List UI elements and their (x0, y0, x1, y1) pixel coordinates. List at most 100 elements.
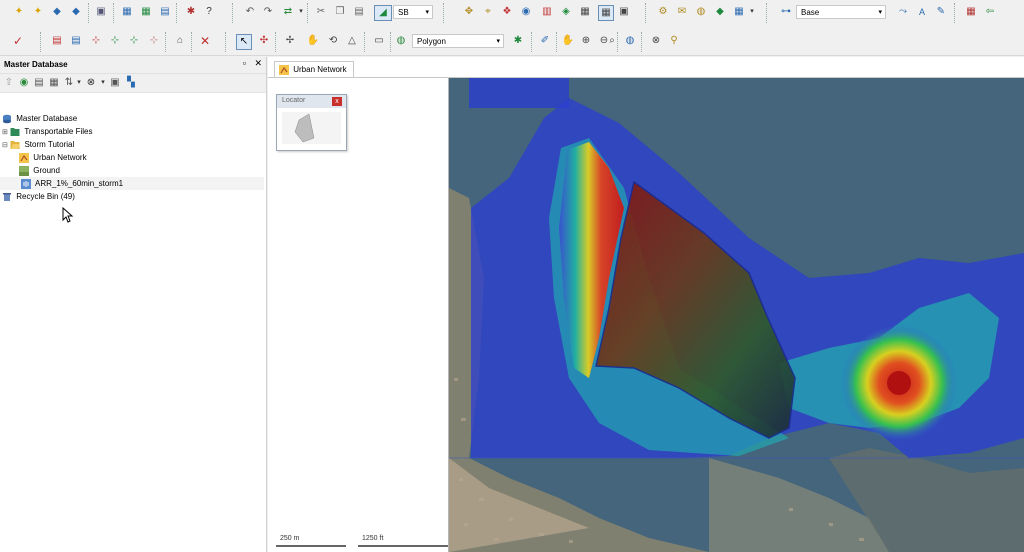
toolbar-separator (443, 3, 445, 23)
refresh-icon[interactable]: ◉ (17, 76, 31, 90)
tab-urban-network[interactable]: Urban Network (274, 61, 354, 78)
new-object-icon[interactable]: ▤ (50, 34, 64, 48)
theme-icon[interactable]: ▦ (964, 5, 978, 19)
tree-item-urban-network[interactable]: Urban Network (19, 151, 87, 164)
ruler-icon[interactable]: ▭ (372, 34, 386, 48)
storage-icon[interactable]: ◉ (519, 5, 533, 19)
toolbar-separator (390, 32, 392, 52)
draw-icon[interactable]: ✐ (538, 34, 552, 48)
tools-icon[interactable]: ✱ (511, 34, 525, 48)
toolbar-separator (275, 32, 277, 52)
rotate-icon[interactable]: ⟲ (326, 34, 340, 48)
pointer-icon[interactable]: ↖ (236, 34, 252, 50)
polygon-combo-value: Polygon (417, 37, 446, 46)
settings-icon[interactable]: ⚙ (656, 5, 670, 19)
zoom-in-icon[interactable]: ⊕ (579, 34, 593, 48)
properties-icon[interactable]: ▦ (47, 76, 61, 90)
undo-icon[interactable]: ↶ (243, 5, 257, 19)
cut-icon[interactable]: ✂ (314, 5, 328, 19)
label-icon[interactable]: A (915, 5, 929, 19)
grid-view-icon[interactable]: ▦ (578, 5, 592, 19)
table-icon[interactable]: ▦ (139, 5, 153, 19)
window-icon[interactable]: ▤ (158, 5, 172, 19)
database-icon[interactable]: ◍ (694, 5, 708, 19)
toolbar-separator (232, 3, 234, 23)
globe-icon[interactable]: ◍ (394, 34, 408, 48)
tree-item-master-database[interactable]: Master Database (2, 112, 77, 125)
list-icon[interactable]: ▤ (32, 76, 46, 90)
up-icon[interactable]: ⇧ (2, 76, 16, 90)
select-mode-icon[interactable]: ◢ (374, 5, 392, 21)
tree-item-label: Storm Tutorial (24, 140, 75, 149)
book-icon[interactable]: ✉ (675, 5, 689, 19)
tree-item-rainfall[interactable]: ARR_1%_60min_storm1 (0, 177, 264, 190)
layers-icon[interactable]: ▦ (732, 5, 746, 19)
locator-window[interactable]: Locator x (276, 94, 347, 151)
paste-icon[interactable]: ▤ (352, 5, 366, 19)
hand-icon[interactable]: ✋ (561, 34, 575, 48)
join-icon[interactable]: ⊹ (127, 34, 141, 48)
new-model-icon[interactable]: ✦ (31, 5, 45, 19)
run-icon[interactable]: ◆ (713, 5, 727, 19)
connect-icon[interactable]: ⊹ (89, 34, 103, 48)
table-view-icon[interactable]: ▦ (598, 5, 614, 21)
tree-item-ground[interactable]: Ground (19, 164, 60, 177)
locator-map[interactable] (277, 108, 346, 148)
delete-icon[interactable]: ✕ (198, 34, 212, 48)
open-icon[interactable]: ◆ (50, 5, 64, 19)
chevron-down-icon: ▾ (425, 9, 429, 16)
grid-icon[interactable]: ▦ (120, 5, 134, 19)
close-icon[interactable]: x (332, 97, 342, 106)
subcatchment-icon[interactable]: ❖ (500, 5, 514, 19)
tree-icon[interactable]: ▚ (124, 76, 138, 90)
chevron-down-icon[interactable]: ▾ (745, 5, 759, 19)
redo-icon[interactable]: ↷ (261, 5, 275, 19)
tree-item-storm-tutorial[interactable]: ⊟ Storm Tutorial (2, 138, 74, 151)
flood-map[interactable] (449, 78, 1024, 552)
back-icon[interactable]: ⇦ (983, 5, 997, 19)
tree-item-recycle-bin[interactable]: Recycle Bin (49) (2, 190, 75, 203)
branch-icon[interactable]: ⊹ (108, 34, 122, 48)
chevron-down-icon[interactable]: ▾ (294, 5, 308, 19)
split-icon[interactable]: ⊹ (147, 34, 161, 48)
properties-icon[interactable]: ▣ (617, 5, 631, 19)
select-area-icon[interactable]: ✣ (257, 34, 271, 48)
map-view[interactable] (449, 78, 1024, 552)
find-icon[interactable]: ⚲ (667, 34, 681, 48)
copy-icon[interactable]: ❐ (333, 5, 347, 19)
binoculars-icon[interactable]: ⊗ (649, 34, 663, 48)
chart-icon[interactable]: ▥ (540, 5, 554, 19)
help-icon[interactable]: ? (202, 5, 216, 19)
network-link-icon[interactable]: ⊶ (779, 5, 793, 19)
import-icon[interactable]: ◆ (69, 5, 83, 19)
measure-icon[interactable]: △ (345, 34, 359, 48)
sb-combo[interactable]: SB ▾ (393, 5, 433, 19)
new-network-icon[interactable]: ✦ (12, 5, 26, 19)
polygon-combo[interactable]: Polygon ▾ (412, 34, 504, 48)
commit-icon[interactable]: ⇄ (281, 5, 295, 19)
pan-icon[interactable]: ✋ (306, 34, 320, 48)
format-icon[interactable]: ✎ (934, 5, 948, 19)
profile-icon[interactable]: ◈ (559, 5, 573, 19)
move-icon[interactable]: ✢ (283, 34, 297, 48)
tree-item-transportable-files[interactable]: ⊞ Transportable Files (2, 125, 93, 138)
scale-line-metric (276, 545, 346, 547)
toolbar-separator (113, 3, 115, 23)
edit-object-icon[interactable]: ▤ (69, 34, 83, 48)
close-icon[interactable]: ✕ (254, 58, 262, 68)
lock-icon[interactable]: ⌂ (173, 34, 187, 48)
collapse-icon[interactable]: ⊟ (2, 139, 8, 152)
pin-icon[interactable]: ▫ (243, 58, 246, 68)
link-tool-icon[interactable]: ⌖ (481, 5, 495, 19)
validate-icon[interactable]: ✓ (11, 34, 25, 48)
scale-line-imperial (358, 545, 448, 547)
sb-combo-value: SB (398, 8, 409, 17)
bug-icon[interactable]: ✱ (184, 5, 198, 19)
node-tool-icon[interactable]: ✥ (462, 5, 476, 19)
scale-imperial: 1250 ft (362, 535, 384, 542)
style-icon[interactable]: ⤳ (896, 5, 910, 19)
base-combo[interactable]: Base ▾ (796, 5, 886, 19)
window-icon[interactable]: ▣ (108, 76, 122, 90)
refresh-globe-icon[interactable]: ◍ (623, 34, 637, 48)
print-icon[interactable]: ▣ (94, 5, 108, 19)
